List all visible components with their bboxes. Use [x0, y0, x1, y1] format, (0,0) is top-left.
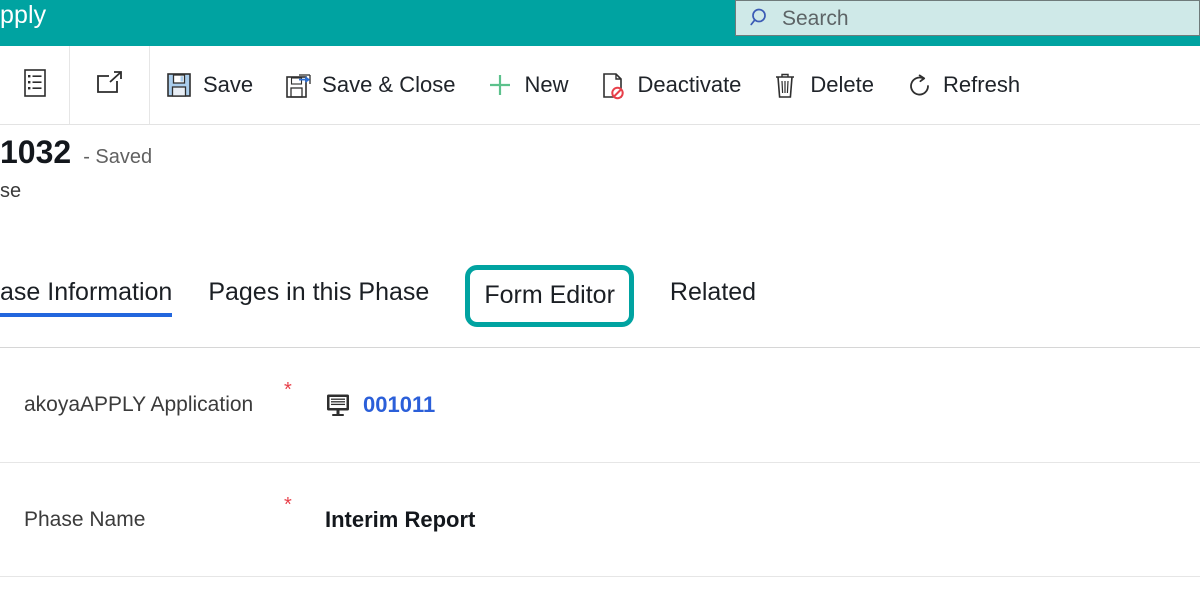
deactivate-button[interactable]: Deactivate — [584, 46, 757, 124]
monitor-record-icon — [325, 393, 351, 417]
save-and-close-icon — [285, 72, 311, 98]
tab-form-editor[interactable]: Form Editor — [465, 265, 634, 327]
tab-phase-information-label: ase Information — [0, 278, 173, 306]
delete-button-label: Delete — [810, 72, 875, 97]
tab-pages-in-this-phase-label: Pages in this Phase — [208, 278, 430, 306]
save-button-label: Save — [203, 72, 254, 97]
app-header: pply Search — [0, 0, 1200, 46]
tab-phase-information[interactable]: ase Information — [0, 262, 173, 323]
refresh-button-label: Refresh — [943, 72, 1021, 97]
form-fields-area: akoyaAPPLY Application * 001011 Phase Na… — [0, 348, 1200, 601]
new-button-label: New — [524, 72, 569, 97]
search-icon — [750, 7, 772, 29]
trash-icon — [773, 72, 799, 98]
tab-related-label: Related — [669, 278, 757, 306]
open-in-new-window-icon — [95, 70, 125, 101]
save-and-close-button[interactable]: Save & Close — [269, 46, 471, 124]
refresh-icon — [906, 72, 932, 98]
tab-related[interactable]: Related — [670, 262, 756, 323]
required-indicator: * — [284, 379, 292, 401]
save-floppy-icon — [166, 72, 192, 98]
command-bar: Save Save & Close New Deactivate Delete … — [0, 46, 1200, 125]
required-indicator: * — [284, 494, 292, 516]
field-value-text: 001011 — [363, 392, 436, 417]
field-label-phase-name: Phase Name — [24, 507, 146, 531]
form-selector-icon — [22, 68, 48, 103]
open-in-new-window-button[interactable] — [70, 46, 150, 124]
form-row-phase-name: Phase Name * Interim Report — [0, 463, 1200, 577]
record-subtitle: se — [0, 180, 22, 202]
new-button[interactable]: New — [471, 46, 584, 124]
page-title: 1032 — [0, 134, 72, 170]
save-and-close-button-label: Save & Close — [322, 72, 456, 97]
save-status-text: - Saved — [83, 146, 153, 168]
search-placeholder-text: Search — [782, 6, 849, 30]
delete-button[interactable]: Delete — [757, 46, 890, 124]
refresh-button[interactable]: Refresh — [890, 46, 1036, 124]
form-selector-button[interactable] — [0, 46, 70, 124]
global-search-box[interactable]: Search — [735, 0, 1200, 36]
field-value-phase-name[interactable]: Interim Report — [325, 507, 475, 533]
record-header: 1032 - Saved se — [0, 133, 1200, 203]
record-title-row: 1032 - Saved — [0, 133, 1200, 171]
plus-icon — [487, 72, 513, 98]
tab-strip: ase Information Pages in this Phase Form… — [0, 262, 1200, 348]
field-value-akoyaapply-application[interactable]: 001011 — [325, 392, 435, 418]
form-row-phase-type: Phase Type * Interim Report — [0, 577, 1200, 601]
form-row-akoyaapply-application: akoyaAPPLY Application * 001011 — [0, 348, 1200, 463]
deactivate-icon — [600, 72, 626, 100]
field-label-akoyaapply-application: akoyaAPPLY Application — [24, 393, 254, 416]
app-title: pply — [0, 1, 47, 29]
tab-form-editor-label: Form Editor — [484, 281, 615, 309]
application-window: pply Search Save Save & Close New Deacti… — [0, 0, 1200, 601]
deactivate-button-label: Deactivate — [637, 72, 742, 97]
tab-pages-in-this-phase[interactable]: Pages in this Phase — [208, 262, 429, 323]
save-button[interactable]: Save — [150, 46, 269, 124]
field-value-text: Interim Report — [325, 506, 476, 532]
